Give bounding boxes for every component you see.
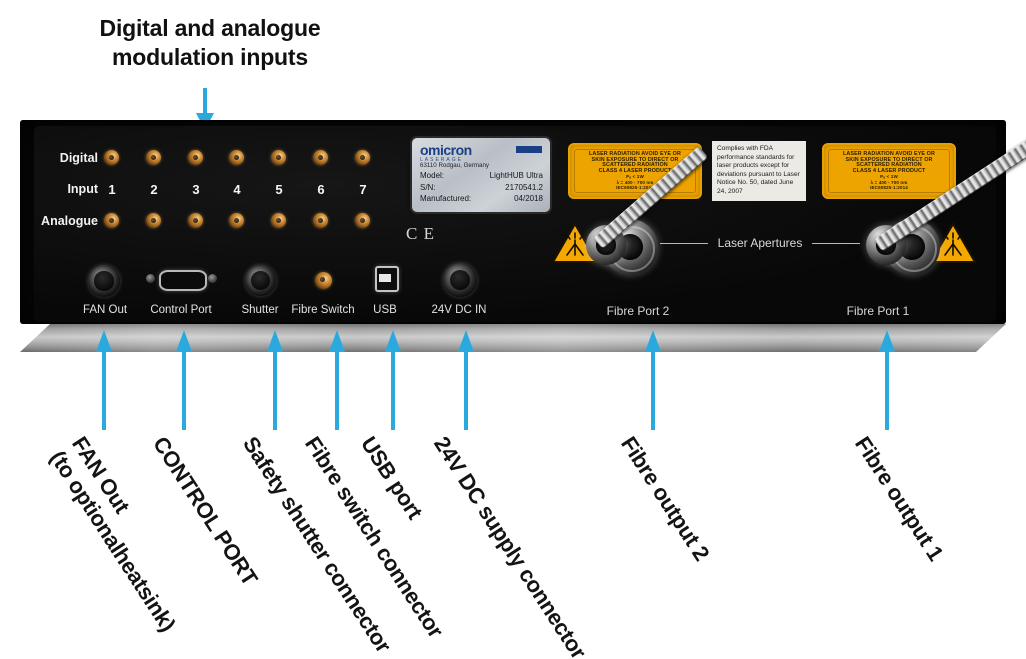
digital-input-5-connector[interactable] xyxy=(271,150,286,165)
digital-input-4-connector[interactable] xyxy=(229,150,244,165)
dc-in-bore xyxy=(449,269,471,291)
warn-right-line-7: IEC60825-1:2014 xyxy=(870,185,908,191)
control-port-label: Control Port xyxy=(150,304,212,316)
control-port-connector[interactable] xyxy=(159,270,207,291)
callout-arrow-fibre-switch-icon xyxy=(329,330,345,430)
digital-input-1-connector[interactable] xyxy=(104,150,119,165)
digital-input-6-connector[interactable] xyxy=(313,150,328,165)
dc-in-connector[interactable] xyxy=(443,263,477,297)
callout-arrow-fan-out-icon xyxy=(96,330,112,430)
fan-out-label: FAN Out xyxy=(82,304,128,316)
laser-warning-label-right: LASER RADIATION AVOID EYE OR SKIN EXPOSU… xyxy=(822,143,956,199)
laser-warning-right-inner: LASER RADIATION AVOID EYE OR SKIN EXPOSU… xyxy=(828,149,950,193)
digital-input-2-connector[interactable] xyxy=(146,150,161,165)
channel-number-3: 3 xyxy=(192,182,200,197)
analogue-input-2-connector[interactable] xyxy=(146,213,161,228)
manufacturer-address: 63110 Rodgau, Germany xyxy=(420,162,490,169)
product-row-serial: S/N: 2170541.2 xyxy=(420,182,543,194)
digital-input-7-connector[interactable] xyxy=(355,150,370,165)
callout-arrow-shutter-icon xyxy=(267,330,283,430)
fibre-switch-connector[interactable] xyxy=(315,272,332,289)
fibre-port-2-label: Fibre Port 2 xyxy=(606,304,670,318)
channel-number-4: 4 xyxy=(233,182,241,197)
analogue-input-1-connector[interactable] xyxy=(104,213,119,228)
row-label-analogue: Analogue xyxy=(41,214,98,228)
fda-compliance-label: Complies with FDA performance standards … xyxy=(712,141,806,201)
callout-arrow-control-port-icon xyxy=(176,330,192,430)
channel-number-1: 1 xyxy=(108,182,116,197)
top-caption-line2: modulation inputs xyxy=(112,43,308,70)
product-row-model: Model: LightHUB Ultra xyxy=(420,170,543,182)
callout-arrow-usb-icon xyxy=(385,330,401,430)
control-port-screw-right xyxy=(208,274,217,283)
fibre-switch-label: Fibre Switch xyxy=(291,304,355,316)
analogue-input-5-connector[interactable] xyxy=(271,213,286,228)
usb-connector[interactable] xyxy=(375,266,399,292)
aperture-leader-left xyxy=(660,243,708,244)
row-label-input: Input xyxy=(67,182,98,196)
manufactured-value: 04/2018 xyxy=(514,194,543,203)
product-identification-label: omicron LASERAGE 63110 Rodgau, Germany M… xyxy=(410,136,552,214)
serial-value: 2170541.2 xyxy=(505,182,543,192)
top-caption: Digital and analogue modulation inputs xyxy=(60,14,360,72)
callout-arrow-dc-supply-icon xyxy=(458,330,474,430)
annotation-fibre-output-1-line1: Fibre output 1 xyxy=(850,432,949,566)
laser-apertures-caption: Laser Apertures xyxy=(717,236,803,250)
figure-canvas: Digital and analogue modulation inputs D… xyxy=(0,0,1026,659)
channel-number-7: 7 xyxy=(359,182,367,197)
top-caption-line1: Digital and analogue xyxy=(99,15,321,41)
dc-in-label: 24V DC IN xyxy=(431,304,487,316)
brand-block: omicron LASERAGE xyxy=(420,143,544,163)
usb-slot xyxy=(379,274,391,282)
manufactured-key: Manufactured: xyxy=(420,194,472,203)
callout-arrow-fibre-output-2-icon xyxy=(645,330,661,430)
serial-key: S/N: xyxy=(420,182,436,192)
analogue-input-7-connector[interactable] xyxy=(355,213,370,228)
product-spec-rows: Model: LightHUB Ultra S/N: 2170541.2 Man… xyxy=(420,170,543,205)
annotation-dc-supply-line1: 24V DC supply connector xyxy=(429,432,592,659)
annotation-fibre-output-1: Fibre output 1 xyxy=(850,432,949,565)
aperture-leader-right xyxy=(812,243,860,244)
channel-number-2: 2 xyxy=(150,182,158,197)
row-label-digital: Digital xyxy=(59,151,98,165)
rail-highlight xyxy=(20,324,1006,352)
fan-out-connector[interactable] xyxy=(88,265,120,297)
fan-out-bore xyxy=(94,271,114,291)
fibre-port-1-label: Fibre Port 1 xyxy=(846,304,910,318)
usb-label: USB xyxy=(373,304,397,316)
annotation-fibre-output-2-line1: Fibre output 2 xyxy=(616,432,715,566)
ce-mark: C E xyxy=(406,224,435,243)
product-row-manufactured: Manufactured: 04/2018 xyxy=(420,193,543,205)
shutter-label: Shutter xyxy=(241,304,279,316)
model-key: Model: xyxy=(420,171,445,180)
shutter-connector[interactable] xyxy=(245,265,276,296)
annotation-dc-supply: 24V DC supply connector xyxy=(429,432,592,659)
control-port-screw-left xyxy=(146,274,155,283)
channel-number-6: 6 xyxy=(317,182,325,197)
analogue-input-3-connector[interactable] xyxy=(188,213,203,228)
analogue-input-4-connector[interactable] xyxy=(229,213,244,228)
analogue-input-6-connector[interactable] xyxy=(313,213,328,228)
digital-input-3-connector[interactable] xyxy=(188,150,203,165)
callout-arrow-fibre-output-1-icon xyxy=(879,330,895,430)
annotation-fibre-output-2: Fibre output 2 xyxy=(616,432,715,565)
model-value: LightHUB Ultra xyxy=(489,171,543,180)
brand-bar-decoration xyxy=(516,146,542,153)
channel-number-5: 5 xyxy=(275,182,283,197)
chassis-bottom-rail xyxy=(20,324,1006,352)
shutter-bore xyxy=(251,271,270,290)
